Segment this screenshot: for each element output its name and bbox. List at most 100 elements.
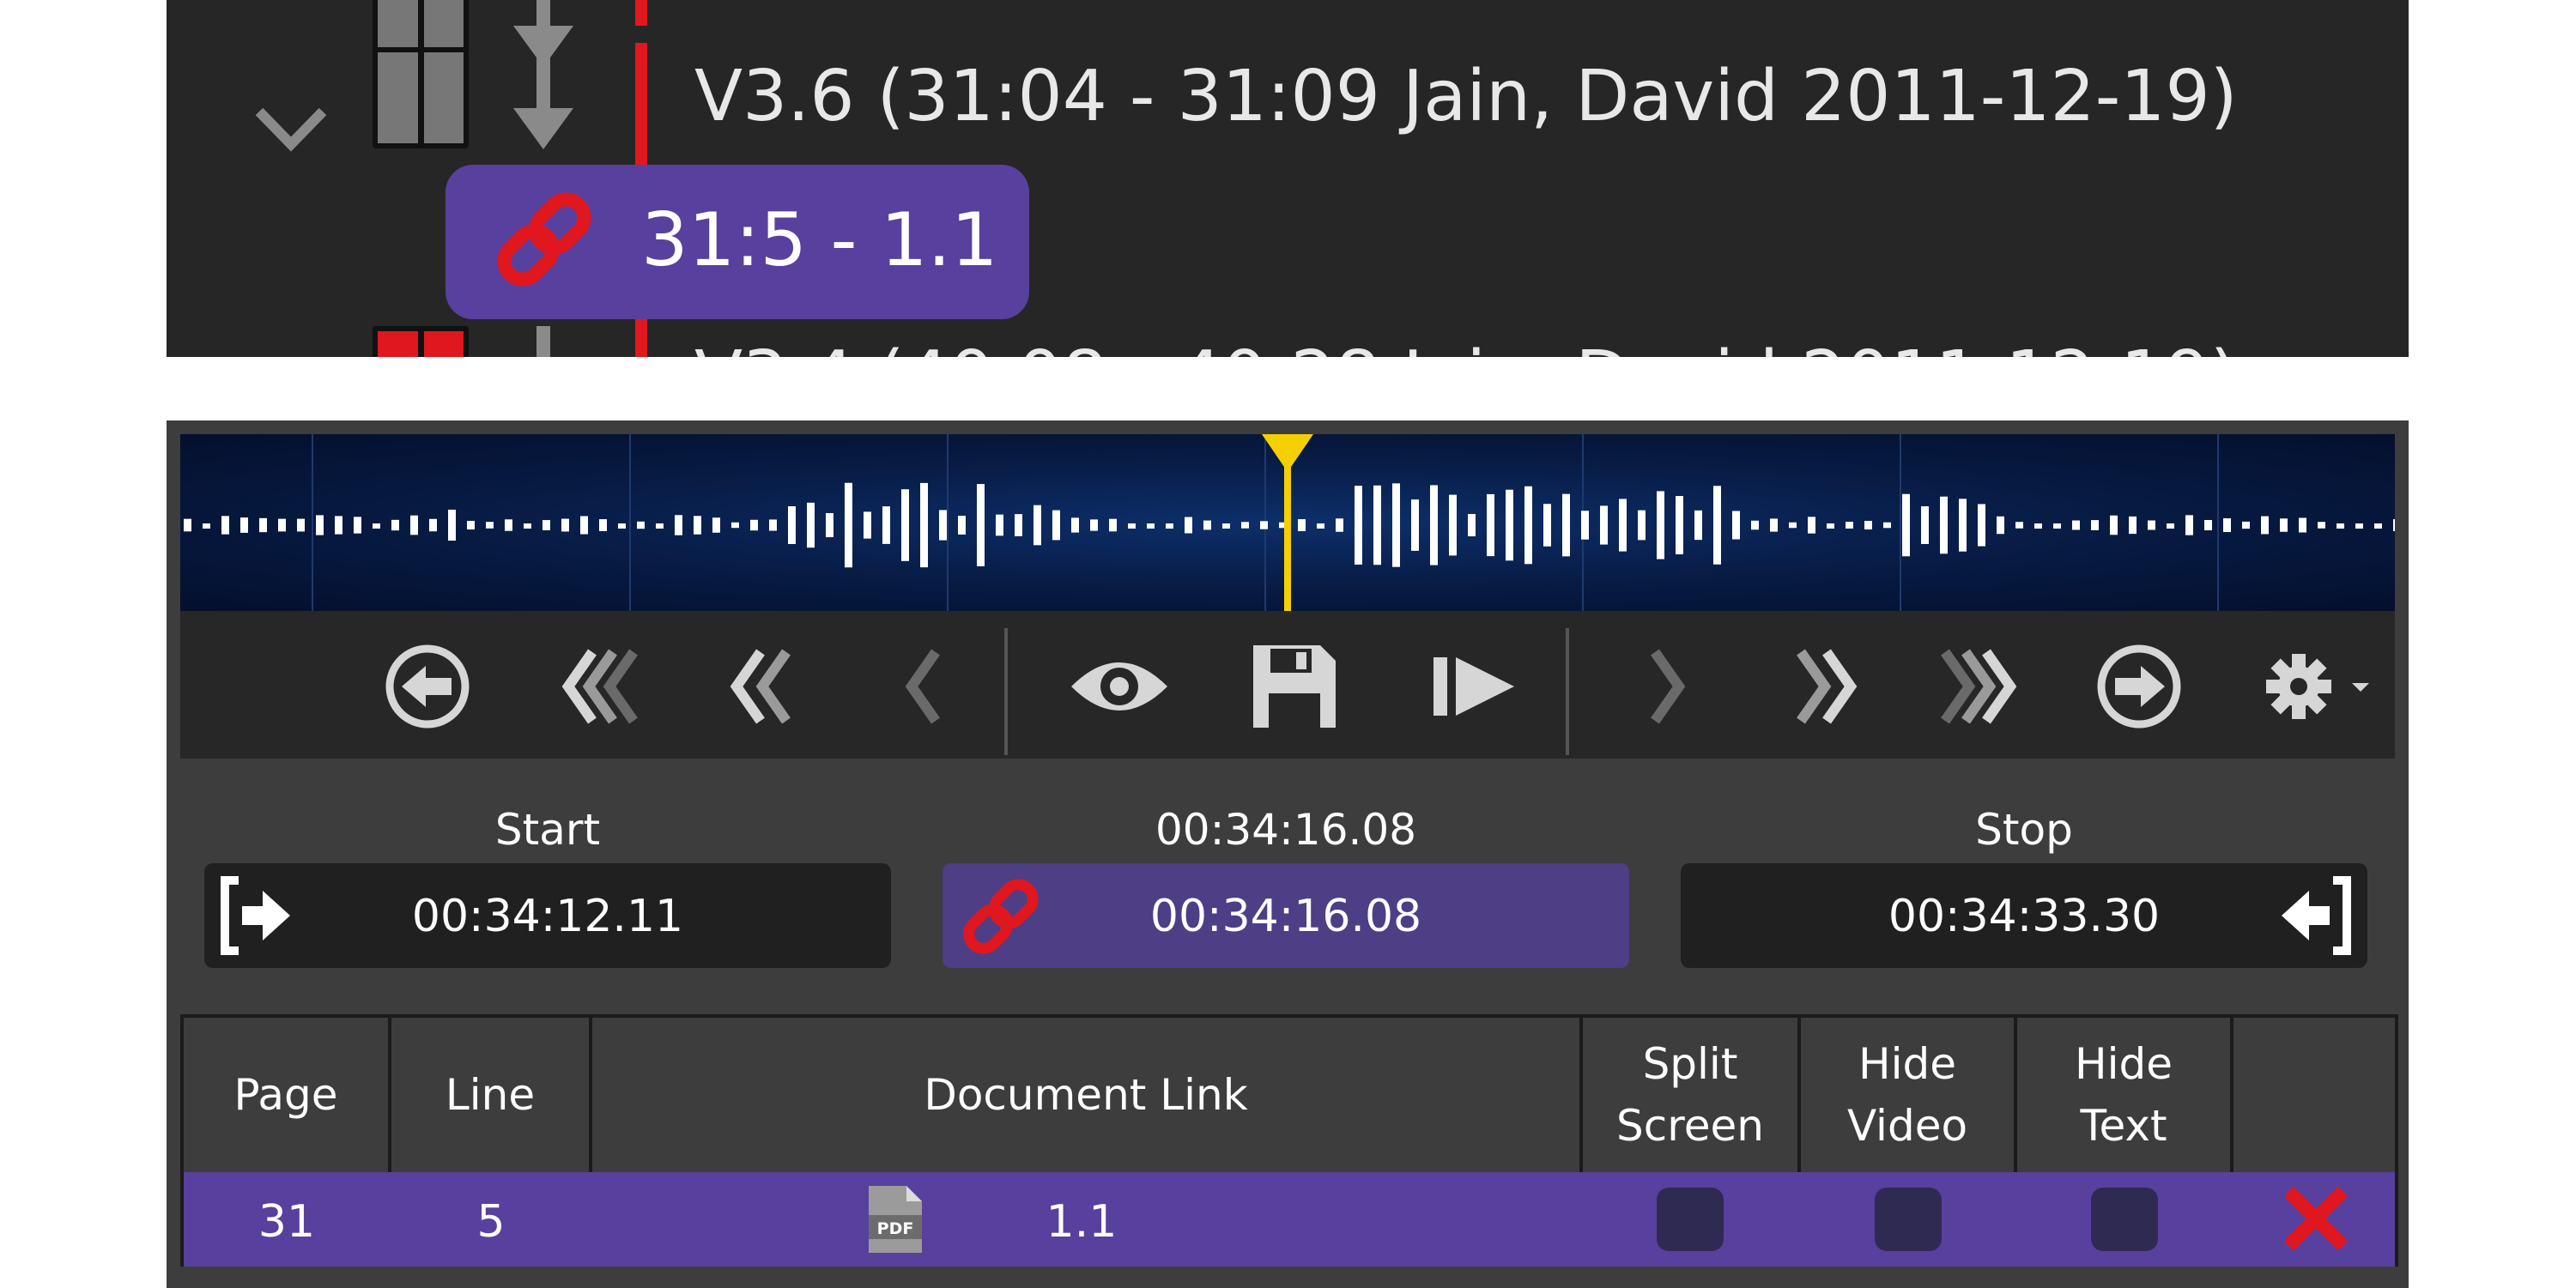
waveform-bar (1694, 510, 1702, 541)
go-to-start-icon[interactable] (383, 642, 472, 731)
triple-forward-icon[interactable] (1931, 642, 2021, 731)
waveform-bar (1751, 520, 1759, 530)
back-icon[interactable] (879, 642, 968, 731)
set-stop-icon[interactable] (2273, 875, 2355, 956)
svg-text:PDF: PDF (877, 1219, 914, 1238)
waveform-bar (1657, 491, 1664, 559)
column-header-document-link[interactable]: Document Link (592, 1018, 1583, 1172)
waveform-bar (2053, 523, 2061, 529)
pause-toggle-icon[interactable] (373, 326, 469, 357)
clip-row-next[interactable]: V3.4 (40:08 - 40:28 Jain, David 2011-12-… (167, 326, 2409, 357)
document-link-pill[interactable]: 31:5 - 1.1 (445, 165, 1029, 319)
waveform-bar (788, 505, 796, 545)
stop-time-field[interactable]: 00:34:33.30 (1681, 863, 2367, 968)
double-back-icon[interactable] (721, 642, 810, 731)
waveform-bar (1128, 523, 1136, 529)
waveform-bar (2223, 517, 2231, 533)
waveform-bar (1864, 520, 1872, 530)
waveform-bar (977, 484, 985, 566)
waveform-bar (467, 520, 475, 530)
chevron-down-icon[interactable] (252, 103, 330, 154)
waveform-bar (1336, 518, 1343, 532)
save-icon[interactable] (1250, 642, 1339, 731)
clip-row-previous[interactable] (167, 0, 2409, 67)
column-header-line[interactable]: Line (391, 1018, 592, 1172)
column-header-hide-video[interactable]: Hide Video (1801, 1018, 2017, 1172)
pdf-file-icon[interactable]: PDF (869, 1186, 922, 1253)
waveform-bar (410, 515, 418, 535)
waveform-bar (2148, 520, 2155, 530)
waveform-bar (1317, 523, 1324, 529)
start-time-field[interactable]: 00:34:12.11 (204, 863, 891, 968)
waveform-bar (1600, 505, 1608, 545)
column-header-page[interactable]: Page (184, 1018, 391, 1172)
preview-eye-icon[interactable] (1068, 642, 1171, 731)
waveform-bar (2393, 519, 2395, 531)
waveform-bar (1619, 499, 1627, 552)
waveform-bar (656, 523, 664, 529)
waveform-bar (807, 502, 815, 548)
waveform-bar (1732, 511, 1740, 540)
delete-x-icon[interactable] (2285, 1188, 2347, 1249)
start-time-value: 00:34:12.11 (411, 891, 684, 942)
stop-time-value: 00:34:33.30 (1888, 891, 2161, 942)
table-row[interactable]: 31 5 PDF 1.1 (184, 1172, 2395, 1267)
column-header-split-screen[interactable]: Split Screen (1583, 1018, 1801, 1172)
audio-waveform[interactable] (180, 434, 2395, 611)
waveform-bar (1676, 496, 1683, 554)
settings-gear-icon[interactable] (2258, 642, 2386, 731)
waveform-bar (1203, 520, 1211, 530)
waveform-bar (826, 512, 833, 538)
waveform-bar (845, 482, 852, 568)
waveform-bar (1373, 485, 1381, 565)
start-label: Start (494, 805, 601, 855)
waveform-bar (373, 523, 380, 529)
go-to-end-icon[interactable] (2094, 642, 2184, 731)
waveform-bar (920, 482, 928, 568)
waveform-bar (1468, 513, 1476, 537)
waveform-bar (1109, 518, 1117, 532)
hide-text-checkbox[interactable] (2091, 1188, 2158, 1251)
waveform-bar (1997, 516, 2004, 535)
waveform-bar (2167, 523, 2174, 529)
waveform-bar (1185, 517, 1192, 534)
waveform-bar (1015, 514, 1022, 536)
waveform-bar (1562, 493, 1570, 557)
waveform-bar (2129, 516, 2137, 535)
playhead-handle-icon[interactable] (1262, 434, 1313, 472)
waveform-bar (1827, 523, 1834, 529)
waveform-bar (1449, 494, 1457, 556)
link-label: 31:5 - 1.1 (641, 197, 998, 283)
pause-toggle-icon[interactable] (373, 47, 469, 148)
column-header-hide-text[interactable]: Hide Text (2017, 1018, 2234, 1172)
waveform-bar (2374, 523, 2382, 529)
link-time-field[interactable]: 00:34:16.08 (943, 863, 1629, 968)
waveform-bar (1392, 483, 1400, 567)
waveform-bar (316, 515, 324, 535)
waveform-bar (1090, 519, 1098, 531)
split-screen-checkbox[interactable] (1657, 1188, 1724, 1251)
down-arrow-icon[interactable] (513, 326, 573, 357)
waveform-bar (2110, 515, 2118, 535)
waveform-bar (901, 489, 909, 561)
cell-page: 31 (258, 1196, 316, 1248)
clip-editor: Start 00:34:16.08 Stop 00:34:12.11 00:34… (167, 420, 2409, 1288)
double-forward-icon[interactable] (1777, 642, 1866, 731)
waveform-bar (1770, 518, 1778, 532)
waveform-bar (1166, 523, 1173, 529)
waveform-bar (1883, 522, 1891, 529)
waveform-bar (1222, 523, 1230, 529)
waveform-bar (1940, 496, 1948, 554)
waveform-bar (712, 517, 720, 533)
play-icon[interactable] (1430, 642, 1519, 731)
forward-icon[interactable] (1622, 642, 1712, 731)
hide-video-checkbox[interactable] (1875, 1188, 1942, 1251)
down-arrow-icon[interactable] (513, 48, 573, 149)
waveform-bar (2204, 519, 2212, 531)
triple-back-icon[interactable] (558, 642, 647, 731)
waveform-bar (1713, 486, 1721, 565)
waveform-bar (542, 520, 550, 530)
waveform-bar (2015, 522, 2023, 529)
column-header-delete (2234, 1018, 2395, 1172)
waveform-bar (769, 519, 777, 531)
